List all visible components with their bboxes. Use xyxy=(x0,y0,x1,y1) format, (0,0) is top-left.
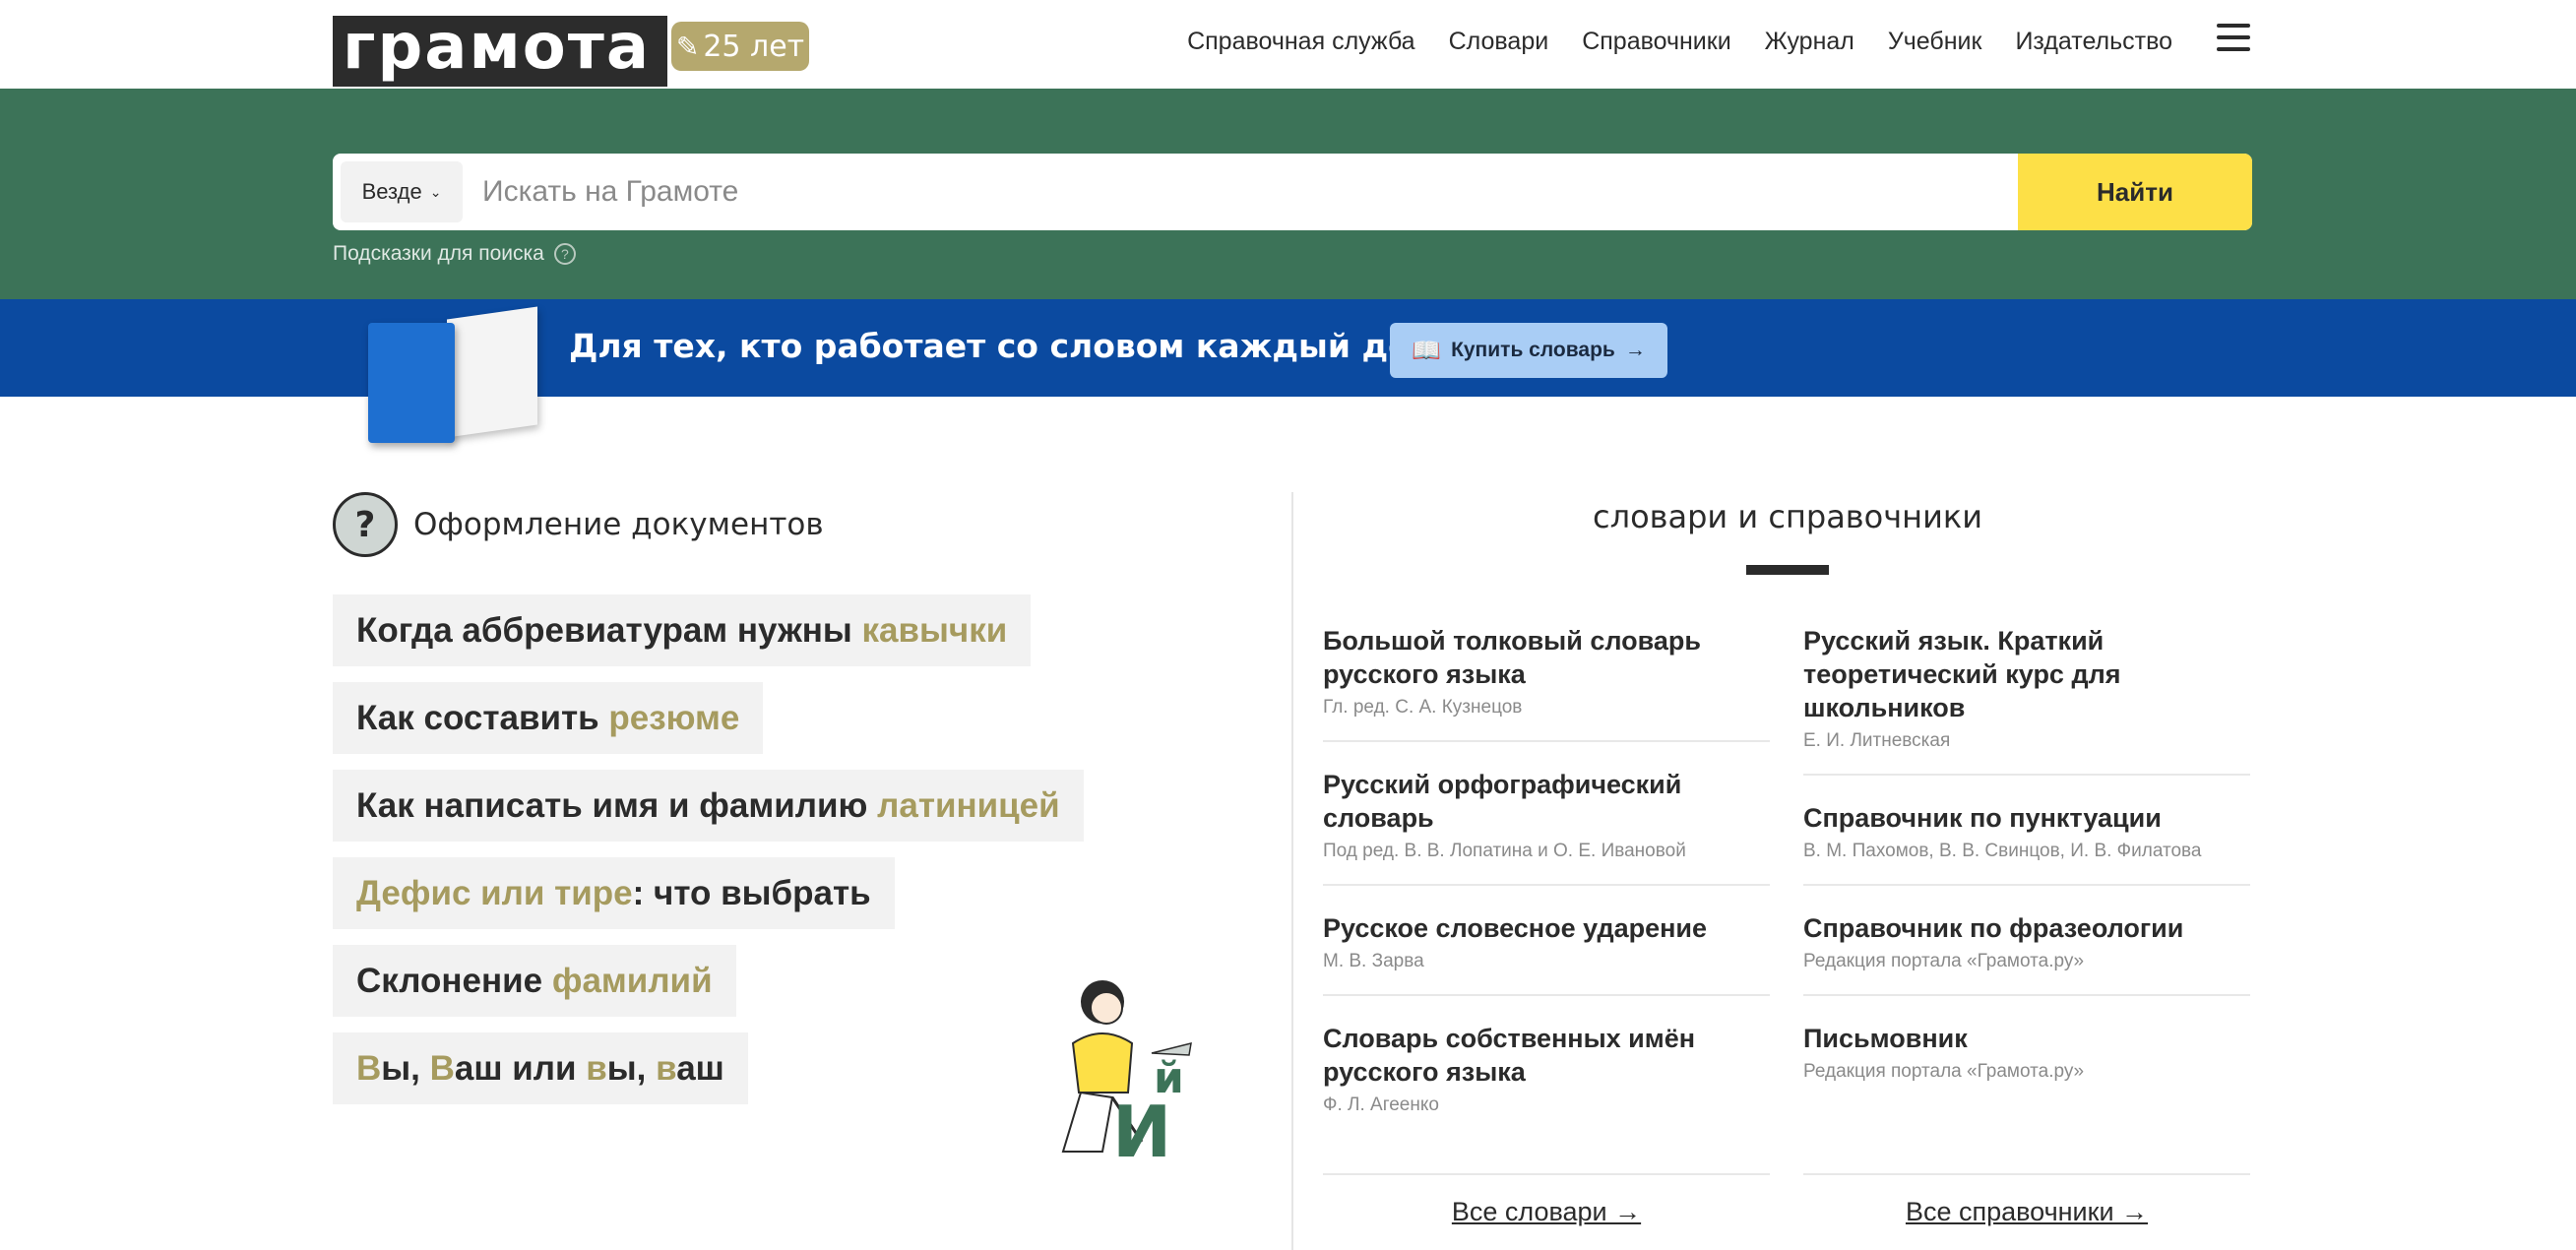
search-scope-label: Везде xyxy=(361,179,422,204)
dictionary-name: Русский орфографический словарь xyxy=(1323,770,1682,833)
topic-text: ы, xyxy=(606,1049,657,1088)
nav-references[interactable]: Справочники xyxy=(1582,28,1730,56)
dictionary-name: Справочник по фразеологии xyxy=(1803,913,2184,943)
docs-topic-link[interactable]: Как написать имя и фамилию латиницей xyxy=(333,770,1084,842)
topic-highlight: латиницей xyxy=(877,786,1060,825)
topic-highlight: Дефис или тире xyxy=(356,874,633,912)
nav-dictionaries[interactable]: Словари xyxy=(1449,28,1549,56)
topic-text: Как составить xyxy=(356,699,609,737)
dictionary-item[interactable]: Справочник по пунктуации В. М. Пахомов, В… xyxy=(1803,797,2250,886)
topic-highlight: В xyxy=(429,1049,455,1088)
question-circle-icon: ? xyxy=(333,492,398,557)
dictionary-item[interactable]: Справочник по фразеологии Редакция портал… xyxy=(1803,907,2250,996)
arrow-right-icon: → xyxy=(1624,339,1646,361)
topic-text: Как написать имя и фамилию xyxy=(356,786,878,825)
anniversary-label: 25 лет xyxy=(703,29,805,64)
references-list: Русский язык. Краткий теоретический курс… xyxy=(1803,620,2250,1126)
nav-textbook[interactable]: Учебник xyxy=(1888,28,1982,56)
dictionary-author: Редакция портала «Грамота.ру» xyxy=(1803,1061,2085,1082)
docs-section-header: ? Оформление документов xyxy=(333,492,824,557)
dictionaries-list: Большой толковый словарь русского языка Г… xyxy=(1323,620,1770,1159)
dictionary-author: М. В. Зарва xyxy=(1323,951,1424,971)
dictionary-item[interactable]: Словарь собственных имён русского языка Ф… xyxy=(1323,1018,1770,1138)
dictionary-item[interactable]: Большой толковый словарь русского языка Г… xyxy=(1323,620,1770,742)
dictionary-author: Ф. Л. Агеенко xyxy=(1323,1094,1439,1115)
search-hints-link[interactable]: Подсказки для поиска ? xyxy=(333,242,576,266)
top-nav: Справочная служба Словари Справочники Жу… xyxy=(1187,22,2172,61)
dictionary-author: В. М. Пахомов, В. В. Свинцов, И. В. Фила… xyxy=(1803,841,2202,861)
topic-highlight: резюме xyxy=(608,699,740,737)
all-references-link[interactable]: Все справочники → xyxy=(1803,1197,2250,1227)
title-underline xyxy=(1746,565,1829,575)
topic-highlight: фамилий xyxy=(551,962,713,1000)
dictionary-name: Справочник по пунктуации xyxy=(1803,803,2162,833)
dictionary-item[interactable]: Письмовник Редакция портала «Грамота.ру» xyxy=(1803,1018,2250,1104)
docs-topic-link[interactable]: Склонение фамилий xyxy=(333,945,736,1017)
search-scope-dropdown[interactable]: Везде ⌄ xyxy=(341,161,463,222)
topic-text: ы, xyxy=(381,1049,430,1088)
docs-section-title: Оформление документов xyxy=(413,507,824,542)
search-hints-label: Подсказки для поиска xyxy=(333,242,544,265)
docs-topic-list: Когда аббревиатурам нужны кавычки Как сос… xyxy=(333,594,1084,1104)
dictionary-name: Словарь собственных имён русского языка xyxy=(1323,1024,1696,1087)
anniversary-badge[interactable]: ✎ 25 лет xyxy=(671,22,809,71)
dictionary-name: Русское словесное ударение xyxy=(1323,913,1708,943)
buy-dictionary-label: Купить словарь xyxy=(1451,339,1615,361)
topic-highlight: в xyxy=(656,1049,677,1088)
dictionary-name: Русский язык. Краткий теоретический курс… xyxy=(1803,626,2121,722)
open-book-icon: 📖 xyxy=(1412,337,1442,364)
dictionaries-title: словари и справочники xyxy=(1593,498,1982,535)
search-box: Везде ⌄ Найти xyxy=(333,154,2252,230)
topic-text: аш xyxy=(676,1049,724,1088)
logo-text: грамота xyxy=(343,11,651,84)
dictionary-item[interactable]: Русский орфографический словарь Под ред. … xyxy=(1323,764,1770,886)
question-icon: ? xyxy=(553,243,576,265)
promo-text: Для тех, кто работает со словом каждый д… xyxy=(569,327,1454,365)
dictionary-author: Под ред. В. В. Лопатина и О. Е. Ивановой xyxy=(1323,841,1686,861)
topic-highlight: в xyxy=(586,1049,607,1088)
dictionary-name: Большой толковый словарь русского языка xyxy=(1323,626,1701,689)
topic-highlight: В xyxy=(356,1049,382,1088)
topic-text: Склонение xyxy=(356,962,552,1000)
dictionary-author: Гл. ред. С. А. Кузнецов xyxy=(1323,697,1523,718)
nav-help-service[interactable]: Справочная служба xyxy=(1187,28,1415,56)
dictionary-author: Е. И. Литневская xyxy=(1803,730,1951,751)
topic-text: аш или xyxy=(454,1049,587,1088)
site-logo[interactable]: грамота xyxy=(333,12,667,87)
buy-dictionary-button[interactable]: 📖 Купить словарь → xyxy=(1390,323,1667,378)
dictionary-name: Письмовник xyxy=(1803,1024,1968,1053)
nav-publishing[interactable]: Издательство xyxy=(2015,28,2172,56)
nav-journal[interactable]: Журнал xyxy=(1765,28,1854,56)
dictionary-author: Редакция портала «Грамота.ру» xyxy=(1803,951,2085,971)
topic-text: : что выбрать xyxy=(632,874,871,912)
pencil-icon: ✎ xyxy=(675,30,700,63)
search-section: Везде ⌄ Найти Подсказки для поиска ? xyxy=(0,89,2576,299)
docs-topic-link[interactable]: Вы, Ваш или вы, ваш xyxy=(333,1032,748,1104)
search-input[interactable] xyxy=(482,154,1959,230)
search-button[interactable]: Найти xyxy=(2018,154,2252,230)
topic-text: Когда аббревиатурам нужны xyxy=(356,611,862,650)
reading-boy-illustration: й И xyxy=(1061,980,1192,1161)
dictionary-item[interactable]: Русское словесное ударение М. В. Зарва xyxy=(1323,907,1770,996)
site-header: грамота ✎ 25 лет Справочная служба Слова… xyxy=(0,0,2576,89)
menu-icon[interactable] xyxy=(2217,24,2250,51)
chevron-down-icon: ⌄ xyxy=(429,183,442,200)
book-image xyxy=(356,306,548,443)
dictionary-item[interactable]: Русский язык. Краткий теоретический курс… xyxy=(1803,620,2250,776)
topic-highlight: кавычки xyxy=(861,611,1008,650)
docs-topic-link[interactable]: Как составить резюме xyxy=(333,682,764,754)
docs-topic-link[interactable]: Дефис или тире: что выбрать xyxy=(333,857,895,929)
column-divider xyxy=(1291,492,1293,1250)
all-dictionaries-link[interactable]: Все словари → xyxy=(1323,1197,1770,1227)
promo-banner: Для тех, кто работает со словом каждый д… xyxy=(0,299,2576,443)
divider xyxy=(1323,1173,1770,1175)
docs-topic-link[interactable]: Когда аббревиатурам нужны кавычки xyxy=(333,594,1032,666)
svg-text:И: И xyxy=(1112,1091,1171,1161)
divider xyxy=(1803,1173,2250,1175)
